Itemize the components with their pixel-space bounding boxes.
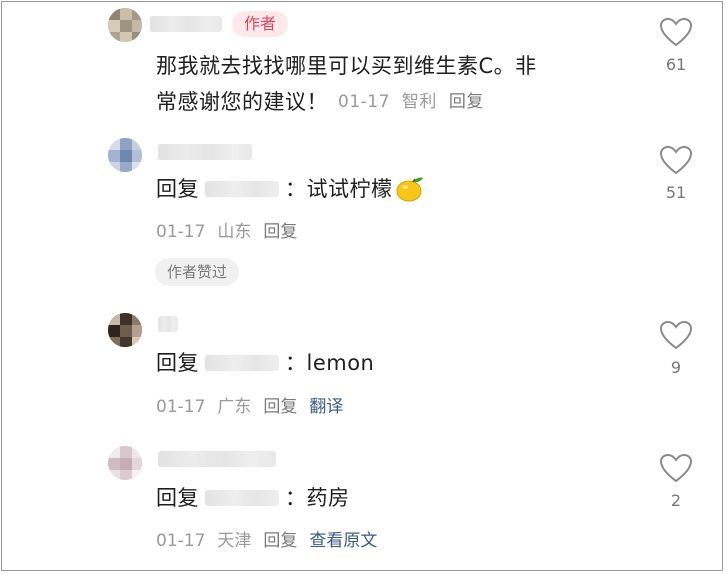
comment-date: 01-17 bbox=[156, 222, 206, 242]
comment-location: 天津 bbox=[217, 531, 252, 551]
reply-prefix: 回复 bbox=[156, 351, 199, 375]
username-blurred[interactable] bbox=[158, 144, 252, 160]
comment-meta: 01-17 广东 回复 翻译 bbox=[156, 392, 355, 417]
comment-text[interactable]: 回复 ： lemon bbox=[156, 345, 374, 381]
reply-button[interactable]: 回复 bbox=[263, 222, 297, 242]
username-blurred[interactable] bbox=[158, 451, 276, 467]
like-column: 61 bbox=[656, 17, 696, 74]
reply-target-blurred[interactable] bbox=[205, 181, 279, 197]
reply-separator: ： bbox=[285, 351, 307, 375]
avatar[interactable] bbox=[108, 138, 142, 172]
comment-text-line-2: 常感谢您的建议！ 01-17 智利 回复 bbox=[156, 84, 636, 120]
avatar-image bbox=[108, 138, 142, 172]
like-column: 51 bbox=[656, 145, 696, 202]
comment-meta: 01-17 智利 回复 bbox=[338, 84, 496, 120]
avatar[interactable] bbox=[108, 313, 142, 347]
avatar[interactable] bbox=[108, 446, 142, 480]
heart-icon[interactable] bbox=[659, 320, 693, 350]
reply-prefix: 回复 bbox=[156, 486, 199, 510]
reply-content: lemon bbox=[306, 351, 375, 375]
avatar-image bbox=[108, 8, 142, 42]
reply-button[interactable]: 回复 bbox=[263, 531, 297, 551]
reply-button[interactable]: 回复 bbox=[449, 92, 484, 112]
comment-location: 山东 bbox=[217, 222, 252, 242]
comment-location: 智利 bbox=[401, 92, 437, 112]
lemon-icon bbox=[396, 177, 423, 202]
username-blurred[interactable] bbox=[158, 316, 178, 332]
like-count: 61 bbox=[665, 55, 687, 74]
reply-separator: ： bbox=[285, 486, 307, 510]
like-count: 51 bbox=[665, 183, 687, 202]
comment-text[interactable]: 那我就去找找哪里可以买到维生素C。非 常感谢您的建议！ 01-17 智利 回复 bbox=[156, 48, 636, 120]
reply-prefix: 回复 bbox=[156, 177, 199, 201]
heart-icon[interactable] bbox=[659, 145, 693, 175]
like-count: 9 bbox=[670, 358, 682, 377]
heart-icon[interactable] bbox=[659, 453, 693, 483]
reply-separator: ： bbox=[285, 177, 307, 201]
comment-meta: 01-17 天津 回复 查看原文 bbox=[156, 526, 389, 551]
avatar-image bbox=[108, 446, 142, 480]
like-column: 2 bbox=[656, 453, 696, 510]
author-badge: 作者 bbox=[232, 11, 289, 37]
reply-button[interactable]: 回复 bbox=[263, 397, 297, 417]
username-blurred[interactable] bbox=[150, 16, 222, 32]
comment-text-line-1: 那我就去找找哪里可以买到维生素C。非 bbox=[156, 54, 537, 78]
comment-text[interactable]: 回复 ： 药房 bbox=[156, 480, 350, 516]
comment-meta: 01-17 山东 回复 bbox=[156, 217, 309, 242]
like-column: 9 bbox=[656, 320, 696, 377]
liked-by-author-badge: 作者赞过 bbox=[155, 258, 240, 286]
like-count: 2 bbox=[670, 491, 682, 510]
comment-text-line-2-content: 常感谢您的建议！ bbox=[156, 90, 328, 114]
comment-date: 01-17 bbox=[156, 531, 206, 551]
translate-link[interactable]: 翻译 bbox=[309, 397, 343, 417]
reply-target-blurred[interactable] bbox=[205, 490, 279, 506]
avatar-image bbox=[108, 313, 142, 347]
comment-date: 01-17 bbox=[156, 397, 206, 417]
comment-text[interactable]: 回复 ： 试试柠檬 bbox=[156, 171, 425, 207]
comment-date: 01-17 bbox=[338, 92, 390, 112]
view-original-link[interactable]: 查看原文 bbox=[309, 531, 377, 551]
avatar[interactable] bbox=[108, 8, 142, 42]
reply-target-blurred[interactable] bbox=[205, 355, 279, 371]
reply-content: 试试柠檬 bbox=[306, 177, 393, 201]
heart-icon[interactable] bbox=[659, 17, 693, 47]
comment-location: 广东 bbox=[217, 397, 252, 417]
reply-content: 药房 bbox=[306, 486, 350, 510]
